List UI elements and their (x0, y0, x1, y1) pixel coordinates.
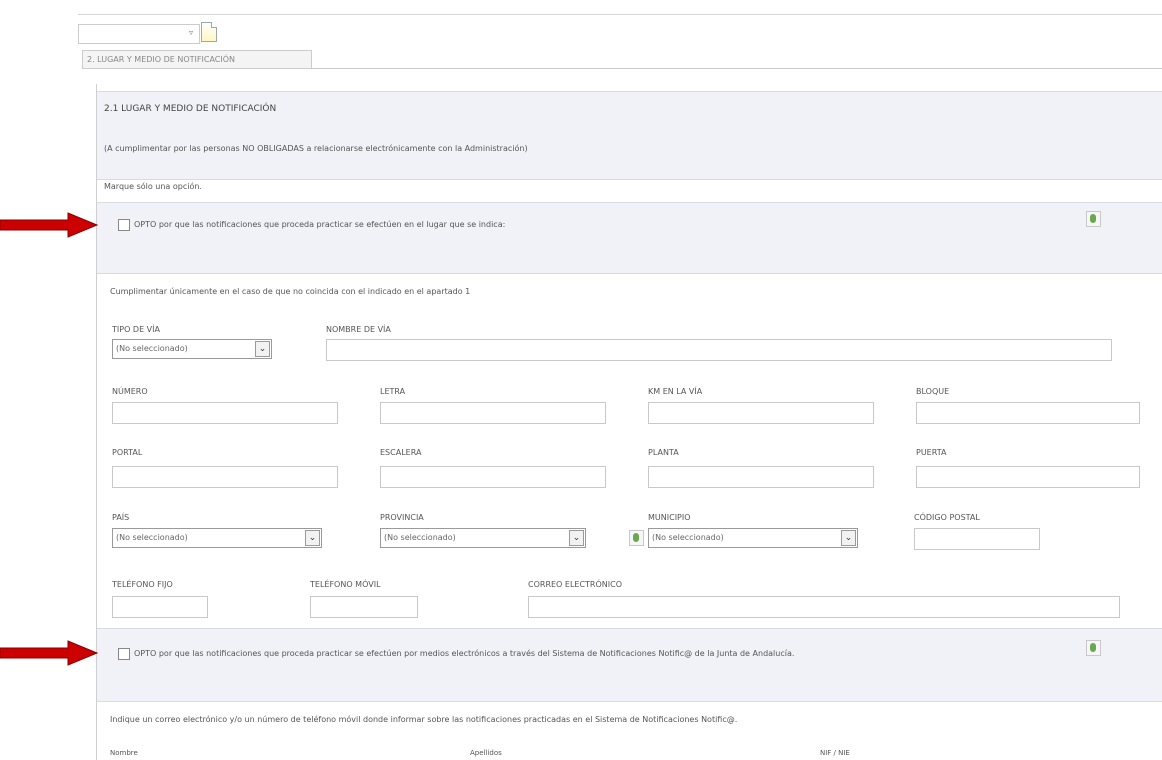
planta-label: PLANTA (648, 448, 679, 457)
numero-label: NÚMERO (112, 387, 148, 396)
apellidos-label: Apellidos (470, 749, 502, 757)
option1-checkbox[interactable] (118, 219, 130, 231)
document-icon[interactable] (201, 22, 217, 42)
puerta-input[interactable] (916, 466, 1140, 488)
top-combo[interactable]: ▿ (78, 24, 200, 44)
mark-one-note: Marque sólo una opción. (104, 182, 202, 191)
option2-checkbox[interactable] (118, 648, 130, 660)
portal-input[interactable] (112, 466, 338, 488)
section-rule (82, 68, 1162, 69)
correo-input[interactable] (528, 596, 1120, 618)
chevron-down-icon[interactable]: ⌄ (255, 341, 270, 357)
bloque-input[interactable] (916, 402, 1140, 424)
bloque-label: BLOQUE (916, 387, 950, 396)
portal-label: PORTAL (112, 448, 143, 457)
municipio-select[interactable]: (No seleccionado) ⌄ (648, 528, 858, 548)
chevron-down-icon[interactable]: ⌄ (569, 530, 584, 546)
provincia-label: PROVINCIA (380, 513, 424, 522)
option1-panel (97, 202, 1162, 274)
letra-label: LETRA (380, 387, 406, 396)
telefono-movil-input[interactable] (310, 596, 418, 618)
section-tab[interactable]: 2. LUGAR Y MEDIO DE NOTIFICACIÓN (82, 50, 312, 69)
numero-input[interactable] (112, 402, 338, 424)
telefono-fijo-input[interactable] (112, 596, 208, 618)
option2-label: OPTO por que las notificaciones que proc… (134, 649, 795, 658)
pais-select[interactable]: (No seleccionado) ⌄ (112, 528, 322, 548)
chevron-down-icon: ▿ (188, 28, 193, 37)
municipio-action-icon[interactable] (629, 530, 644, 546)
pais-label: PAÍS (112, 513, 130, 522)
planta-input[interactable] (648, 466, 874, 488)
codigo-postal-label: CÓDIGO POSTAL (914, 513, 980, 522)
chevron-down-icon[interactable]: ⌄ (841, 530, 856, 546)
telefono-movil-label: TELÉFONO MÓVIL (310, 580, 381, 589)
correo-label: CORREO ELECTRÓNICO (528, 580, 623, 589)
section-title: 2.1 LUGAR Y MEDIO DE NOTIFICACIÓN (104, 104, 277, 114)
km-input[interactable] (648, 402, 874, 424)
letra-input[interactable] (380, 402, 606, 424)
complete-note: Cumplimentar únicamente en el caso de qu… (110, 287, 471, 296)
nombre-via-input[interactable] (326, 339, 1112, 361)
escalera-input[interactable] (380, 466, 606, 488)
escalera-label: ESCALERA (380, 448, 422, 457)
option2-panel (97, 628, 1162, 702)
section-subtitle: (A cumplimentar por las personas NO OBLI… (104, 144, 528, 153)
option2-action-icon[interactable] (1086, 640, 1101, 656)
red-arrow-option2-icon (0, 640, 98, 666)
provincia-select[interactable]: (No seleccionado) ⌄ (380, 528, 586, 548)
tipo-via-select[interactable]: (No seleccionado) ⌄ (112, 339, 272, 359)
nombre-via-label: NOMBRE DE VÍA (326, 325, 391, 334)
chevron-down-icon[interactable]: ⌄ (305, 530, 320, 546)
top-divider (78, 14, 1162, 15)
nif-label: NIF / NIE (820, 749, 850, 757)
option1-action-icon[interactable] (1086, 211, 1101, 227)
option1-label: OPTO por que las notificaciones que proc… (134, 220, 506, 229)
red-arrow-option1-icon (0, 212, 98, 238)
codigo-postal-input[interactable] (914, 528, 1040, 550)
municipio-label: MUNICIPIO (648, 513, 691, 522)
puerta-label: PUERTA (916, 448, 947, 457)
nombre-label: Nombre (110, 749, 138, 757)
tipo-via-label: TIPO DE VÍA (112, 325, 160, 334)
km-label: KM EN LA VÍA (648, 387, 703, 396)
indicate-note: Indique un correo electrónico y/o un núm… (110, 715, 738, 724)
telefono-fijo-label: TELÉFONO FIJO (112, 580, 173, 589)
